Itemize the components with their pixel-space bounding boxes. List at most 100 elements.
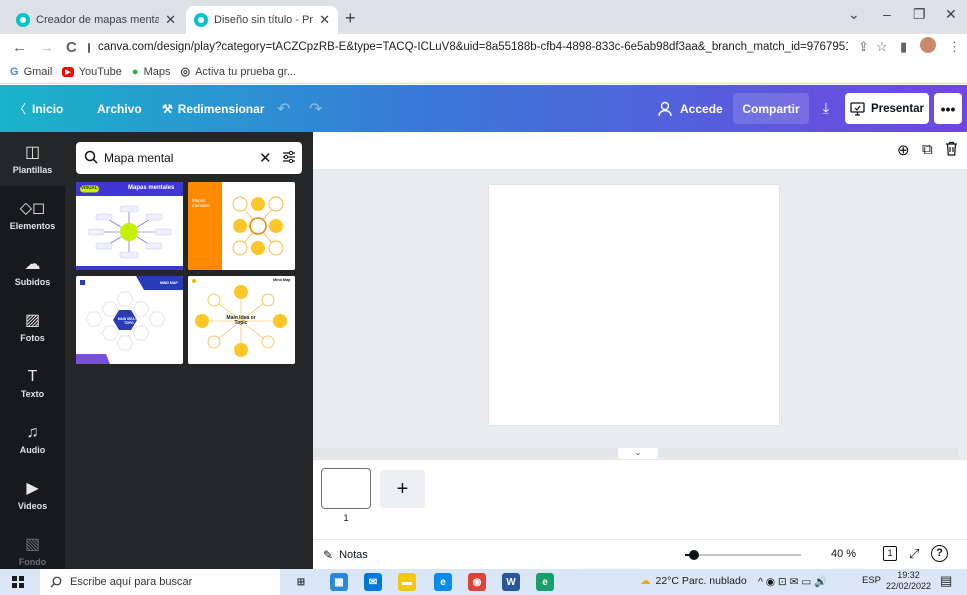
template-2-preview xyxy=(188,182,295,270)
chevron-left-icon: 〈 xyxy=(14,102,27,116)
tab-search-icon[interactable]: ⌄ xyxy=(848,6,860,23)
present-button[interactable]: Presentar xyxy=(845,93,929,124)
chrome-browser-icon[interactable]: ◉ xyxy=(468,573,486,591)
add-page-button[interactable]: + xyxy=(380,470,425,508)
browser-tab-bar: Creador de mapas mentales grati ✕ Diseño… xyxy=(0,0,967,34)
templates-icon: ◫ xyxy=(24,143,41,161)
mail-app-icon[interactable]: ✉ xyxy=(364,573,382,591)
page-number: 1 xyxy=(343,513,349,523)
forward-arrow-icon[interactable]: → xyxy=(39,39,54,56)
template-search-input[interactable] xyxy=(104,151,259,165)
sidebar-item-subidos[interactable]: ☁ Subidos xyxy=(0,244,65,298)
template-card[interactable]: MIND MAP MAIN IDEA OR TOPIC xyxy=(76,276,183,364)
presentation-icon xyxy=(850,101,865,116)
page-count-icon[interactable]: 1 xyxy=(883,546,897,561)
page-thumbnail[interactable] xyxy=(321,468,371,509)
sign-in-label: Accede xyxy=(680,101,723,116)
close-window-button[interactable]: ✕ xyxy=(945,6,957,23)
new-tab-button[interactable]: + xyxy=(345,8,356,29)
help-icon[interactable]: ? xyxy=(931,545,948,562)
clock[interactable]: 19:32 22/02/2022 xyxy=(886,570,931,592)
sidebar-item-videos[interactable]: ▶ Videos xyxy=(0,468,65,522)
windows-start-icon[interactable] xyxy=(12,576,24,588)
browser-tab[interactable]: Creador de mapas mentales grati ✕ xyxy=(8,6,184,34)
duplicate-page-icon[interactable]: ⧉ xyxy=(922,141,933,158)
template-card[interactable]: VISUAL Mapas mentales xyxy=(76,182,183,270)
calculator-app-icon[interactable]: ▦ xyxy=(330,573,348,591)
browser-menu-icon[interactable]: ⋮ xyxy=(948,39,961,55)
bookmark-youtube[interactable]: ▶ YouTube xyxy=(62,66,122,78)
share-button[interactable]: Compartir xyxy=(733,93,809,124)
zoom-slider-handle[interactable] xyxy=(689,550,700,560)
zoom-level[interactable]: 40 % xyxy=(831,548,856,560)
template-center-text: Main Idea or Topic xyxy=(226,315,256,326)
notifications-icon[interactable]: ▤ xyxy=(940,573,952,589)
bookmark-star-icon[interactable]: ☆ xyxy=(876,39,888,55)
redo-icon[interactable]: ↷ xyxy=(309,85,322,132)
sidebar-item-label: Texto xyxy=(20,388,45,399)
bookmark-label: Gmail xyxy=(23,65,53,78)
sidebar-item-fotos[interactable]: ▨ Fotos xyxy=(0,300,65,354)
sidebar-item-audio[interactable]: ♫ Audio xyxy=(0,412,65,466)
tray-icons[interactable]: ^ ◉ ⊡ ✉ ▭ 🔊 xyxy=(758,575,827,588)
tab-title: Creador de mapas mentales grati xyxy=(36,14,160,26)
taskbar-search-placeholder: Escribe aquí para buscar xyxy=(70,576,193,588)
design-page-canvas[interactable] xyxy=(489,185,779,425)
vertical-scrollbar[interactable] xyxy=(958,170,967,450)
edge-beta-icon[interactable]: e xyxy=(536,573,554,591)
side-navigation: ◫ Plantillas ◇◻ Elementos ☁ Subidos ▨ Fotos T Tex… xyxy=(0,132,65,569)
clear-search-icon[interactable]: ✕ xyxy=(259,149,272,167)
file-menu-button[interactable]: Archivo xyxy=(97,85,142,132)
restore-button[interactable]: ❐ xyxy=(913,6,926,23)
input-language[interactable]: ESP xyxy=(862,575,881,586)
taskbar-search[interactable]: Escribe aquí para buscar xyxy=(40,569,280,595)
template-card[interactable]: Mind Map Main Idea or Topic xyxy=(188,276,295,364)
bookmark-label: YouTube xyxy=(78,65,122,78)
more-options-button[interactable]: ••• xyxy=(934,93,962,124)
audio-icon: ♫ xyxy=(26,423,39,441)
add-page-icon[interactable]: ⊕ xyxy=(897,141,910,159)
zoom-slider[interactable] xyxy=(685,550,801,560)
bookmark-maps[interactable]: ● Maps xyxy=(132,66,171,78)
task-view-icon[interactable]: ⊞ xyxy=(292,573,310,591)
sidebar-item-plantillas[interactable]: ◫ Plantillas xyxy=(0,132,65,186)
word-app-icon[interactable]: W xyxy=(502,573,520,591)
notes-icon: ✎ xyxy=(323,548,334,562)
sidebar-item-elementos[interactable]: ◇◻ Elementos xyxy=(0,188,65,242)
download-icon[interactable]: ⤓ xyxy=(811,93,841,124)
edge-browser-icon[interactable]: e xyxy=(434,573,452,591)
file-explorer-icon[interactable]: ▬ xyxy=(398,573,416,591)
template-card[interactable]: Mapas mentales xyxy=(188,182,295,270)
sidebar-item-label: Audio xyxy=(19,444,46,455)
bookmark-gmail[interactable]: G Gmail xyxy=(10,66,52,78)
close-tab-icon[interactable]: ✕ xyxy=(319,12,330,28)
sidebar-item-texto[interactable]: T Texto xyxy=(0,356,65,410)
share-icon[interactable]: ⇪ xyxy=(858,39,869,55)
resize-button[interactable]: ⚒ Redimensionar xyxy=(162,85,264,132)
sidebar-item-label: Plantillas xyxy=(12,164,53,175)
back-arrow-icon[interactable]: ← xyxy=(12,39,27,56)
browser-tab-active[interactable]: Diseño sin título - Presentación ( ✕ xyxy=(186,6,338,34)
delete-page-icon[interactable] xyxy=(945,141,958,160)
present-label: Presentar xyxy=(870,102,925,115)
sidepanel-icon[interactable]: ▮ xyxy=(900,39,907,55)
home-button[interactable]: 〈 Inicio xyxy=(14,85,63,132)
undo-icon[interactable]: ↶ xyxy=(277,85,290,132)
windows-taskbar: Escribe aquí para buscar ⊞ ▦ ✉ ▬ e ◉ We ☁ 22°C… xyxy=(0,569,967,595)
youtube-icon: ▶ xyxy=(62,66,74,77)
sign-in-button[interactable]: Accede xyxy=(658,85,723,132)
browser-address-bar: ← → C canva.com/design/play?category=tAC… xyxy=(0,34,967,60)
profile-avatar[interactable] xyxy=(920,37,936,53)
filter-icon[interactable] xyxy=(282,150,296,167)
reload-icon[interactable]: C xyxy=(66,39,77,56)
bookmark-activa[interactable]: ◎ Activa tu prueba gr... xyxy=(180,65,296,79)
minimize-button[interactable]: – xyxy=(883,6,891,22)
photos-icon: ▨ xyxy=(24,311,41,329)
canva-favicon-icon xyxy=(16,13,30,27)
close-tab-icon[interactable]: ✕ xyxy=(165,12,176,28)
url-field[interactable]: canva.com/design/play?category=tACZCpzRB… xyxy=(88,36,848,58)
fullscreen-icon[interactable]: ⤢ xyxy=(909,546,919,562)
search-icon xyxy=(84,150,98,167)
notes-button[interactable]: ✎ Notas xyxy=(323,548,368,562)
weather-widget[interactable]: ☁ 22°C Parc. nublado xyxy=(640,575,747,587)
